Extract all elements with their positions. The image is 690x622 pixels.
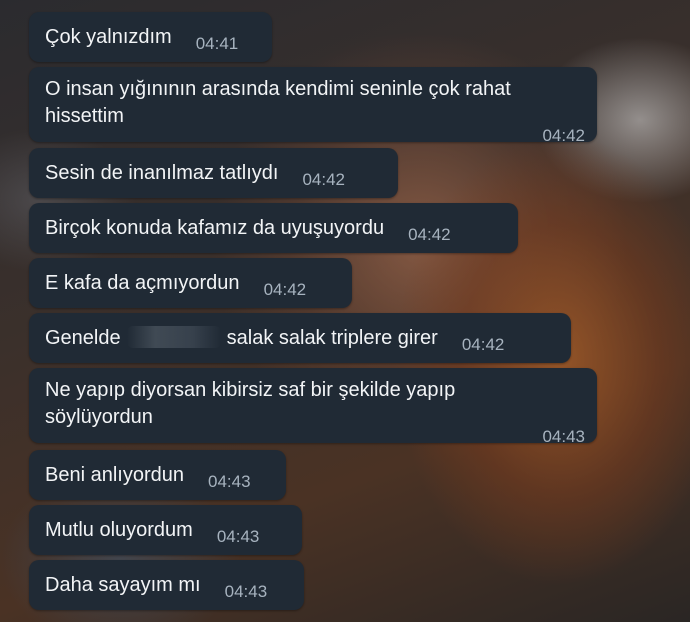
message-text: Genelde salak salak triplere girer bbox=[45, 325, 438, 352]
message-text: Sesin de inanılmaz tatlıydı bbox=[45, 162, 279, 184]
message-bubble[interactable]: Mutlu oluyordum 04:43 bbox=[29, 505, 302, 555]
message-time: 04:42 bbox=[408, 224, 451, 244]
message-text: Çok yalnızdım bbox=[45, 26, 172, 48]
message-text-line-1: Ne yapıp diyorsan kibirsiz saf bir şekil… bbox=[45, 379, 456, 401]
message-text: Mutlu oluyordum bbox=[45, 519, 193, 541]
message-bubble[interactable]: Genelde salak salak triplere girer 04:42 bbox=[29, 313, 571, 363]
message-bubble[interactable]: Beni anlıyordun 04:43 bbox=[29, 450, 286, 500]
message-bubble[interactable]: Daha sayayım mı 04:43 bbox=[29, 560, 304, 610]
message-bubble[interactable]: Birçok konuda kafamız da uyuşuyordu 04:4… bbox=[29, 203, 518, 253]
message-text-after: salak salak triplere girer bbox=[226, 327, 438, 349]
message-text: Birçok konuda kafamız da uyuşuyordu bbox=[45, 217, 385, 239]
message-list[interactable]: Çok yalnızdım 04:41 O insan yığınının ar… bbox=[0, 0, 690, 622]
message-text: Daha sayayım mı bbox=[45, 574, 201, 596]
message-bubble[interactable]: E kafa da açmıyordun 04:42 bbox=[29, 258, 352, 308]
message-time: 04:42 bbox=[263, 279, 307, 299]
redacted-name bbox=[126, 326, 221, 348]
message-time: 04:42 bbox=[461, 334, 505, 354]
message-time: 04:43 bbox=[216, 526, 260, 546]
message-bubble[interactable]: Çok yalnızdım 04:41 bbox=[29, 12, 272, 62]
message-bubble[interactable]: Ne yapıp diyorsan kibirsiz saf bir şekil… bbox=[29, 368, 597, 446]
message-time: 04:42 bbox=[302, 169, 346, 189]
message-text: Beni anlıyordun bbox=[45, 464, 184, 486]
message-bubble[interactable]: Sesin de inanılmaz tatlıydı 04:42 bbox=[29, 148, 398, 198]
message-text: E kafa da açmıyordun bbox=[45, 272, 240, 294]
message-bubble[interactable]: O insan yığınının arasında kendimi senin… bbox=[29, 67, 597, 145]
message-time: 04:43 bbox=[207, 471, 251, 491]
message-time: 04:43 bbox=[224, 581, 268, 601]
message-time: 04:41 bbox=[195, 33, 239, 53]
message-text-before: Genelde bbox=[45, 327, 121, 349]
message-text-line-1: O insan yığınının arasında kendimi senin… bbox=[45, 78, 511, 100]
message-time: 04:42 bbox=[542, 126, 585, 145]
